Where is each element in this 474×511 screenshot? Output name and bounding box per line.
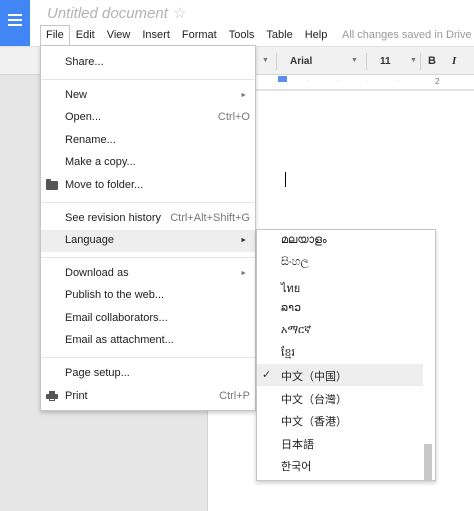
shortcut-label: Ctrl+P bbox=[219, 390, 250, 402]
menu-help[interactable]: Help bbox=[299, 25, 334, 45]
menu-item-label: Share... bbox=[65, 56, 104, 68]
font-family-select[interactable]: Arial bbox=[290, 56, 312, 67]
menu-item-label: Publish to the web... bbox=[65, 289, 165, 301]
toolbar-divider bbox=[420, 53, 421, 70]
style-dropdown-arrow-icon[interactable]: ▼ bbox=[262, 57, 269, 64]
language-label: മലയാളം bbox=[281, 234, 327, 246]
menu-file[interactable]: File bbox=[40, 25, 70, 45]
toolbar-divider bbox=[276, 53, 277, 70]
menu-edit[interactable]: Edit bbox=[70, 25, 101, 45]
menu-item-label: Print bbox=[65, 390, 88, 402]
ruler-tick: · bbox=[397, 78, 399, 84]
language-option[interactable]: 中文（台灣） bbox=[257, 387, 423, 409]
menu-divider bbox=[41, 79, 255, 80]
menu-item-page-setup[interactable]: Page setup... bbox=[41, 363, 255, 385]
language-label: 日本語 bbox=[281, 439, 314, 451]
menu-insert[interactable]: Insert bbox=[136, 25, 176, 45]
language-option[interactable]: ไทย bbox=[257, 275, 423, 297]
language-label: 中文（香港） bbox=[281, 416, 347, 428]
menu-item-new[interactable]: New ► bbox=[41, 85, 255, 107]
language-submenu: മലയാളം සිංහල ไทย ລາວ አማርኛ ខ្មែរ ✓ 中文（中国）… bbox=[256, 229, 436, 481]
ruler-tick: · bbox=[367, 78, 369, 84]
menu-item-label: Open... bbox=[65, 111, 102, 123]
menu-item-label: New bbox=[65, 89, 88, 101]
ruler-tick: · bbox=[307, 78, 309, 84]
font-size-select[interactable]: 11 bbox=[380, 56, 391, 67]
language-label: 한국어 bbox=[281, 461, 312, 473]
language-option[interactable]: አማርኛ bbox=[257, 320, 423, 342]
submenu-arrow-icon: ► bbox=[240, 270, 247, 277]
menu-item-share[interactable]: Share... bbox=[41, 52, 255, 74]
language-label: 中文（台灣） bbox=[281, 394, 347, 406]
folder-icon bbox=[46, 179, 58, 190]
menu-item-label: Language bbox=[65, 234, 114, 246]
menu-item-label: Move to folder... bbox=[65, 179, 144, 191]
language-option[interactable]: 日本語 bbox=[257, 432, 423, 454]
language-label: ខ្មែរ bbox=[281, 347, 295, 359]
menu-item-label: Email as attachment... bbox=[65, 334, 174, 346]
menu-item-label: Make a copy... bbox=[65, 156, 136, 168]
menu-item-move-to-folder[interactable]: Move to folder... bbox=[41, 175, 255, 197]
menu-divider bbox=[41, 257, 255, 258]
language-label: ไทย bbox=[281, 283, 301, 295]
menu-item-revision-history[interactable]: See revision history Ctrl+Alt+Shift+G bbox=[41, 208, 255, 230]
menu-item-download-as[interactable]: Download as ► bbox=[41, 263, 255, 285]
language-option[interactable]: 中文（香港） bbox=[257, 409, 423, 431]
shortcut-label: Ctrl+Alt+Shift+G bbox=[170, 212, 250, 224]
menu-divider bbox=[41, 357, 255, 358]
menu-item-label: Download as bbox=[65, 267, 129, 279]
text-cursor bbox=[285, 172, 286, 187]
menu-item-publish[interactable]: Publish to the web... bbox=[41, 285, 255, 307]
menu-item-language[interactable]: Language ► bbox=[41, 230, 255, 252]
menu-format[interactable]: Format bbox=[176, 25, 223, 45]
printer-icon bbox=[46, 391, 58, 401]
language-label: አማርኛ bbox=[281, 324, 312, 336]
menu-tools[interactable]: Tools bbox=[223, 25, 261, 45]
font-dropdown-arrow-icon[interactable]: ▼ bbox=[351, 57, 358, 64]
language-label: 中文（中国） bbox=[281, 371, 347, 383]
document-title[interactable]: Untitled document bbox=[47, 5, 168, 22]
menu-table[interactable]: Table bbox=[260, 25, 298, 45]
menu-item-rename[interactable]: Rename... bbox=[41, 130, 255, 152]
menu-divider bbox=[41, 202, 255, 203]
bold-button[interactable]: B bbox=[428, 55, 436, 67]
toolbar-divider bbox=[366, 53, 367, 70]
language-option[interactable]: සිංහල bbox=[257, 252, 423, 274]
language-label: සිංහල bbox=[281, 256, 309, 268]
menu-item-label: Page setup... bbox=[65, 367, 130, 379]
language-label: ລາວ bbox=[281, 302, 302, 314]
menu-item-open[interactable]: Open... Ctrl+O bbox=[41, 107, 255, 129]
top-bar: Untitled document ☆ File Edit View Inser… bbox=[0, 0, 474, 46]
italic-button[interactable]: I bbox=[452, 55, 456, 67]
check-icon: ✓ bbox=[262, 369, 272, 381]
submenu-scrollbar[interactable] bbox=[424, 230, 432, 480]
file-menu: Share... New ► Open... Ctrl+O Rename... … bbox=[40, 45, 256, 411]
menu-item-email-collaborators[interactable]: Email collaborators... bbox=[41, 308, 255, 330]
docs-lines-icon bbox=[8, 14, 22, 29]
indent-marker[interactable] bbox=[278, 76, 287, 82]
menu-item-print[interactable]: Print Ctrl+P bbox=[41, 386, 255, 408]
menu-item-label: See revision history bbox=[65, 212, 161, 224]
submenu-arrow-icon: ► bbox=[240, 237, 247, 244]
menu-bar: File Edit View Insert Format Tools Table… bbox=[40, 25, 333, 45]
menu-item-label: Email collaborators... bbox=[65, 312, 168, 324]
docs-home-icon[interactable] bbox=[0, 0, 30, 46]
submenu-arrow-icon: ► bbox=[240, 92, 247, 99]
language-option[interactable]: മലയാളം bbox=[257, 230, 423, 252]
language-option[interactable]: ខ្មែរ bbox=[257, 342, 423, 364]
ruler-tick: · bbox=[337, 78, 339, 84]
language-option[interactable]: ລາວ bbox=[257, 297, 423, 319]
star-icon[interactable]: ☆ bbox=[173, 4, 186, 22]
language-option[interactable]: 한국어 bbox=[257, 454, 423, 476]
menu-item-email-attachment[interactable]: Email as attachment... bbox=[41, 330, 255, 352]
menu-item-make-copy[interactable]: Make a copy... bbox=[41, 152, 255, 174]
language-option-selected[interactable]: ✓ 中文（中国） bbox=[257, 364, 423, 386]
ruler-number: 2 bbox=[435, 77, 440, 86]
scrollbar-thumb[interactable] bbox=[424, 444, 432, 480]
menu-item-label: Rename... bbox=[65, 134, 116, 146]
save-status: All changes saved in Drive bbox=[342, 29, 472, 41]
menu-view[interactable]: View bbox=[101, 25, 137, 45]
size-dropdown-arrow-icon[interactable]: ▼ bbox=[410, 57, 417, 64]
shortcut-label: Ctrl+O bbox=[217, 111, 250, 123]
